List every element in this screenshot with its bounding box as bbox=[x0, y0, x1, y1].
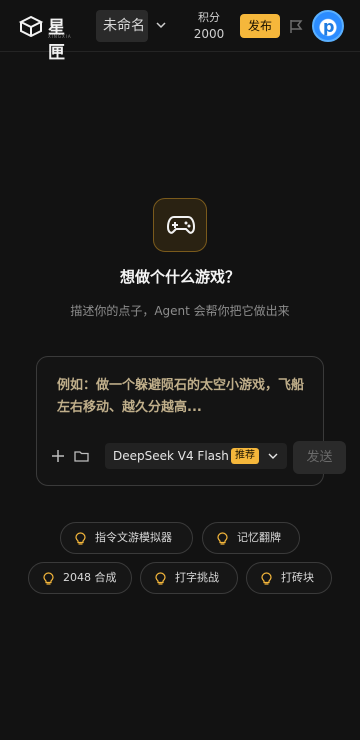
suggestion-label: 指令文游模拟器 bbox=[95, 531, 172, 544]
lightbulb-icon bbox=[43, 572, 54, 585]
credits-label: 积分 bbox=[198, 11, 220, 24]
lightbulb-icon bbox=[155, 572, 166, 585]
suggestion-label: 打字挑战 bbox=[175, 571, 219, 584]
prompt-input[interactable]: 例如：做一个躲避陨石的太空小游戏，飞船左右移动、越久分越高... bbox=[57, 375, 307, 419]
suggestion-label: 打砖块 bbox=[281, 571, 314, 584]
prompt-box: 例如：做一个躲避陨石的太空小游戏，飞船左右移动、越久分越高... DeepSee… bbox=[36, 356, 324, 486]
send-button[interactable]: 发送 bbox=[293, 441, 346, 474]
gamepad-icon bbox=[167, 216, 195, 234]
gamepad-badge bbox=[153, 198, 207, 252]
suggestion-chip[interactable]: 2048 合成 bbox=[28, 562, 132, 594]
flag-icon[interactable] bbox=[288, 18, 304, 34]
recommended-badge: 推荐 bbox=[231, 448, 259, 464]
suggestion-label: 记忆翻牌 bbox=[237, 531, 281, 544]
suggestion-chip[interactable]: 指令文游模拟器 bbox=[60, 522, 193, 554]
lightbulb-icon bbox=[75, 532, 86, 545]
avatar[interactable]: p bbox=[312, 10, 344, 42]
hero-title: 想做个什么游戏？ bbox=[119, 268, 240, 286]
model-select[interactable]: DeepSeek V4 Flash 推荐 bbox=[105, 443, 287, 469]
plus-icon[interactable] bbox=[51, 449, 65, 463]
suggestion-chip[interactable]: 记忆翻牌 bbox=[202, 522, 300, 554]
model-name: DeepSeek V4 Flash bbox=[113, 449, 229, 463]
project-title-input[interactable]: 未命名 bbox=[96, 10, 148, 42]
box-logo-icon bbox=[18, 15, 44, 37]
suggestion-chip[interactable]: 打砖块 bbox=[246, 562, 332, 594]
suggestion-chip[interactable]: 打字挑战 bbox=[140, 562, 238, 594]
top-bar: 星匣 XINGXIA 未命名 积分 2000 发布 p bbox=[0, 0, 360, 63]
credits-value: 2000 bbox=[193, 27, 225, 41]
hero-subtitle: 描述你的点子，Agent 会帮你把它做出来 bbox=[70, 304, 290, 318]
lightbulb-icon bbox=[217, 532, 228, 545]
credits-display: 积分 2000 bbox=[190, 10, 228, 42]
app-logo[interactable]: 星匣 XINGXIA bbox=[18, 13, 80, 63]
suggestion-label: 2048 合成 bbox=[63, 571, 117, 584]
chevron-down-icon[interactable] bbox=[155, 19, 167, 31]
logo-subtext: XINGXIA bbox=[48, 34, 72, 39]
lightbulb-icon bbox=[261, 572, 272, 585]
folder-icon[interactable] bbox=[74, 449, 89, 463]
publish-button[interactable]: 发布 bbox=[240, 14, 280, 38]
chevron-down-icon bbox=[268, 453, 278, 459]
avatar-glyph: p bbox=[323, 17, 335, 36]
